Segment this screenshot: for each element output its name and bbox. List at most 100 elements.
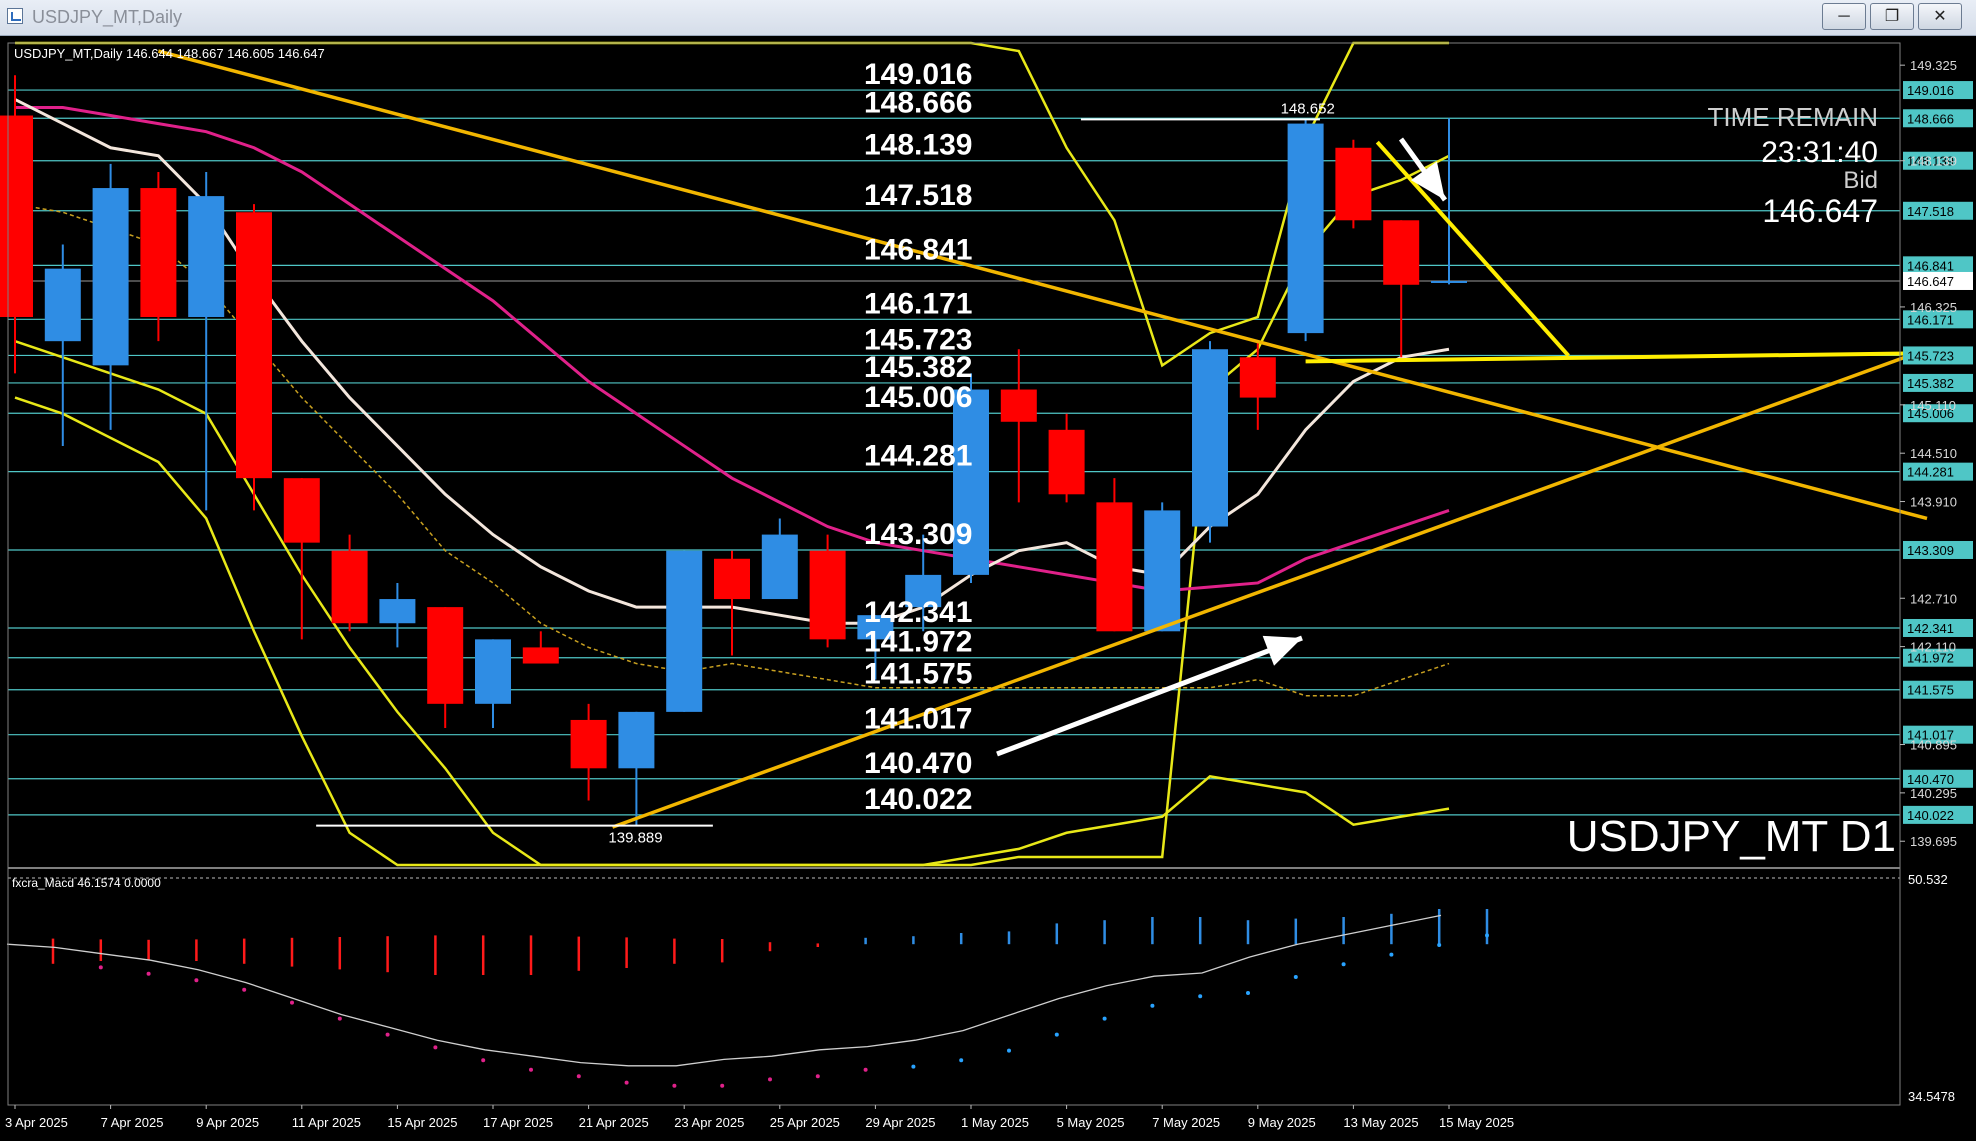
x-axis-label: 5 May 2025 [1057, 1115, 1125, 1130]
macd-top-value: 50.532 [1908, 872, 1948, 887]
level-label: 145.382 [864, 351, 972, 384]
macd-bottom-value: 34.5478 [1908, 1089, 1955, 1104]
axis-tick-label: 148.139 [1910, 154, 1957, 169]
level-label: 143.309 [864, 518, 972, 551]
level-axis-label: 142.341 [1907, 621, 1954, 636]
candle-body [1431, 280, 1467, 283]
axis-tick-label: 139.695 [1910, 834, 1957, 849]
x-axis-label: 7 Apr 2025 [101, 1115, 164, 1130]
candle-body [618, 711, 655, 769]
axis-tick-label: 142.710 [1910, 591, 1957, 606]
x-axis-label: 15 May 2025 [1439, 1115, 1514, 1130]
level-axis-label: 144.281 [1907, 465, 1954, 480]
x-axis-label: 29 Apr 2025 [865, 1115, 935, 1130]
time-remain-label: TIME REMAIN [1708, 102, 1878, 132]
macd-dot [1246, 991, 1250, 995]
macd-dot [624, 1080, 629, 1085]
chart-canvas[interactable]: 148.652139.889 fxcra_Macd 46.1574 0.0000… [0, 35, 1976, 1141]
macd-dot [1007, 1048, 1011, 1053]
x-axis-label: 11 Apr 2025 [292, 1115, 361, 1130]
candle-body [1335, 147, 1372, 221]
macd-dot [720, 1083, 725, 1088]
level-label: 142.341 [864, 596, 972, 629]
price-chart[interactable]: 148.652 139.889 fxcra_Macd 46.1574 0.0000… [0, 35, 1976, 1141]
candle-body [1048, 429, 1085, 495]
level-label: 141.575 [864, 658, 972, 691]
minimize-icon: ─ [1838, 8, 1850, 25]
candle-body [1144, 510, 1181, 632]
moving-average-magenta [15, 105, 1450, 593]
level-axis-label: 148.666 [1907, 111, 1954, 126]
candle-body [1239, 357, 1276, 398]
macd-dot [242, 987, 247, 992]
macd-dot [1102, 1016, 1107, 1021]
macd-dot [1341, 962, 1346, 967]
candle-body [1000, 389, 1037, 422]
restore-button[interactable]: ❐ [1870, 3, 1914, 30]
macd-dot [911, 1064, 916, 1069]
level-label: 148.666 [864, 86, 972, 119]
level-label: 146.171 [864, 287, 972, 320]
macd-dot [433, 1045, 438, 1050]
time-remain-value: 23:31:40 [1761, 136, 1878, 169]
level-axis-label: 143.309 [1907, 543, 1954, 558]
level-axis-label: 146.841 [1907, 258, 1954, 273]
axis-tick-label: 143.910 [1910, 495, 1957, 510]
level-label: 147.518 [864, 179, 972, 212]
x-axis-label: 17 Apr 2025 [483, 1115, 553, 1130]
close-button[interactable]: ✕ [1918, 3, 1962, 30]
candle-body [92, 188, 129, 366]
candle-body [379, 599, 416, 624]
level-axis-label: 149.016 [1907, 83, 1954, 98]
x-axis-label: 7 May 2025 [1152, 1115, 1220, 1130]
x-axis-label: 23 Apr 2025 [674, 1115, 744, 1130]
axis-tick-label: 145.110 [1910, 398, 1956, 413]
macd-dot [1293, 975, 1298, 979]
chart-window-icon [7, 8, 23, 24]
window-titlebar: USDJPY_MT,Daily ─ ❐ ✕ [0, 0, 1976, 36]
candle-body [1192, 349, 1228, 527]
macd-dot [385, 1032, 390, 1037]
x-axis-label: 1 May 2025 [961, 1115, 1029, 1130]
candle-body [44, 268, 81, 342]
axis-tick-label: 144.510 [1910, 446, 1957, 461]
bid-label: Bid [1843, 167, 1878, 194]
candle-body [761, 534, 798, 600]
candle-body [188, 196, 225, 317]
level-label: 141.972 [864, 626, 972, 659]
macd-dot [863, 1067, 868, 1072]
macd-signal-line [6, 914, 1442, 1067]
restore-icon: ❐ [1884, 8, 1900, 25]
macd-dot [146, 971, 151, 976]
candle-body [570, 719, 607, 769]
level-axis-label: 140.022 [1907, 808, 1954, 823]
x-axis-label: 15 Apr 2025 [387, 1115, 457, 1130]
x-axis-label: 13 May 2025 [1343, 1115, 1418, 1130]
axis-tick-label: 142.110 [1910, 640, 1956, 655]
up-arrow-head [1262, 635, 1302, 666]
minimize-button[interactable]: ─ [1822, 3, 1866, 30]
candle-body [1287, 123, 1324, 334]
level-label: 140.470 [864, 747, 972, 780]
macd-dot [959, 1058, 964, 1063]
window-title: USDJPY_MT,Daily [32, 7, 183, 27]
macd-dot [1389, 952, 1394, 957]
level-axis-label: 145.723 [1907, 348, 1954, 363]
candle-body [427, 607, 464, 704]
axis-tick-label: 146.325 [1910, 300, 1957, 315]
macd-dot [768, 1077, 772, 1082]
candle-body [331, 550, 368, 624]
axis-tick-label: 149.325 [1910, 58, 1957, 73]
x-axis-label: 9 May 2025 [1248, 1115, 1316, 1130]
level-label: 146.841 [864, 233, 972, 266]
up-arrow [996, 635, 1303, 757]
macd-dot [672, 1083, 677, 1088]
macd-dot [1437, 943, 1442, 947]
candle-body [236, 212, 272, 479]
close-icon: ✕ [1933, 8, 1947, 25]
macd-dot [1150, 1003, 1155, 1008]
axis-tick-label: 140.895 [1910, 738, 1957, 753]
macd-dot [1054, 1032, 1059, 1037]
candle-body [140, 188, 177, 317]
candle-body [522, 647, 559, 664]
